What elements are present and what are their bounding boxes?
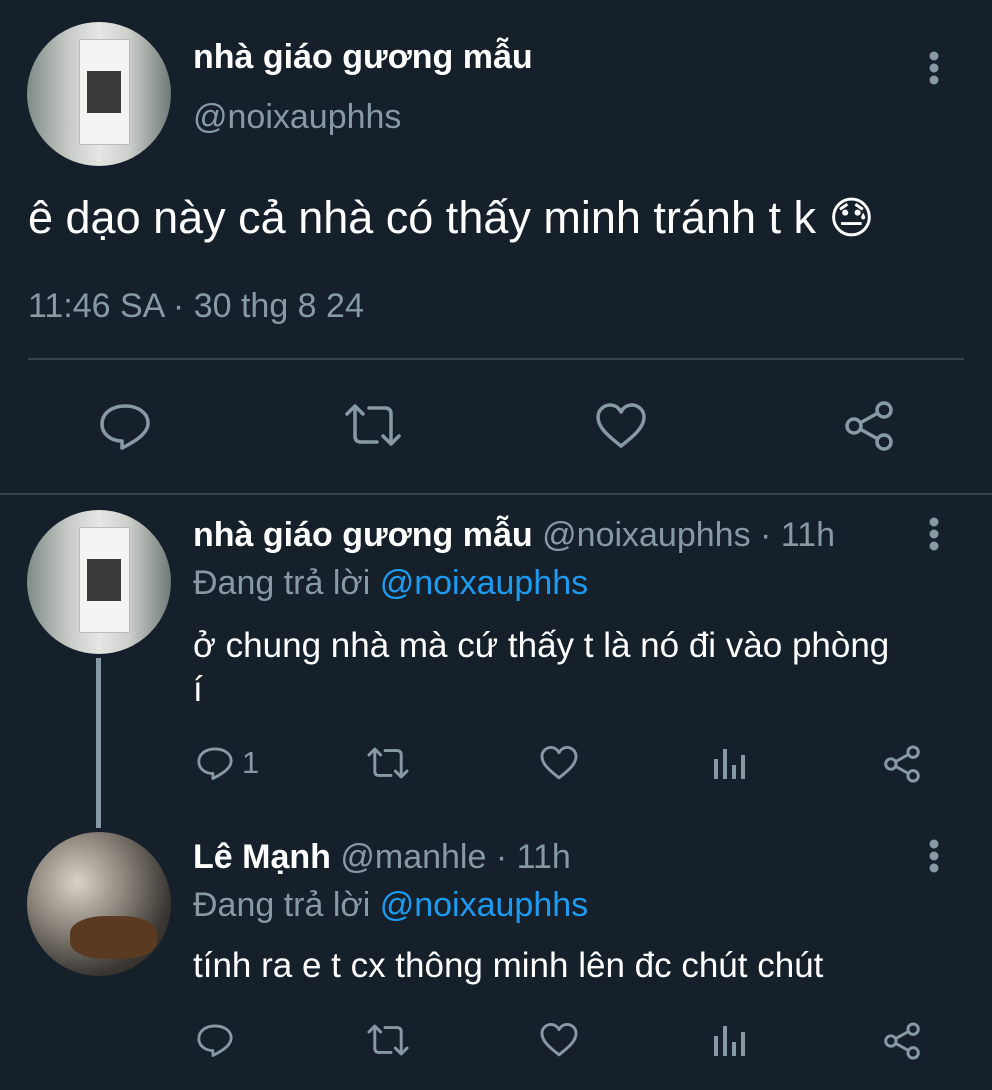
avatar-shape [70,915,157,959]
handle[interactable]: @noixauphhs [193,98,401,137]
analytics-icon[interactable] [713,1022,747,1058]
tweet-text-line: ở chung nhà mà cứ thấy t là nó đi vào ph… [193,626,890,665]
avatar[interactable] [27,832,171,976]
more-options-icon[interactable] [924,50,944,90]
avatar[interactable] [27,510,171,654]
divider [28,358,964,360]
tweet-time[interactable]: · 11h [760,516,835,554]
section-divider [0,493,992,495]
sweat-emoji: 😓 [828,193,875,244]
replying-prefix: Đang trả lời [193,886,371,924]
reply-icon[interactable] [98,402,152,450]
replying-to: Đang trả lời @noixauphhs [193,886,588,925]
handle[interactable]: @noixauphhs [542,516,750,554]
replying-to: Đang trả lời @noixauphhs [193,564,588,603]
tweet-header: Lê Mạnh @manhle · 11h [193,838,571,877]
like-icon[interactable] [539,745,579,781]
reply-action[interactable]: 1 [196,745,259,781]
display-name[interactable]: nhà giáo gương mẫu [193,516,533,554]
mention-link[interactable]: @noixauphhs [380,886,588,924]
mention-link[interactable]: @noixauphhs [380,564,588,602]
share-icon[interactable] [882,744,922,784]
tweet-timestamp[interactable]: 11:46 SA · 30 thg 8 24 [28,287,364,326]
retweet-icon[interactable] [366,1023,410,1057]
more-options-icon[interactable] [924,838,944,878]
tweet-text: tính ra e t cx thông minh lên đc chút ch… [193,946,824,985]
tweet-text-line: í [193,670,203,709]
replying-prefix: Đang trả lời [193,564,371,602]
avatar-poster [78,39,130,145]
tweet-header: nhà giáo gương mẫu @noixauphhs · 11h [193,516,835,555]
share-icon[interactable] [882,1021,922,1061]
reply-icon[interactable] [196,1022,234,1058]
display-name[interactable]: Lê Mạnh [193,838,331,876]
analytics-icon[interactable] [713,745,747,781]
reply-count: 1 [242,745,260,780]
thread-line [96,658,101,828]
display-name[interactable]: nhà giáo gương mẫu [193,38,533,77]
like-icon[interactable] [539,1022,579,1058]
tweet-time[interactable]: · 11h [496,838,571,876]
share-icon[interactable] [842,400,896,452]
tweet-text: ở chung nhà mà cứ thấy t là nó đi vào ph… [193,624,889,712]
tweet-text-content: ê dạo này cả nhà có thấy minh tránh t k [28,192,816,243]
retweet-icon[interactable] [366,746,410,780]
like-icon[interactable] [594,402,648,450]
handle[interactable]: @manhle [340,838,486,876]
reply-icon[interactable] [196,745,234,781]
more-options-icon[interactable] [924,516,944,556]
avatar[interactable] [27,22,171,166]
retweet-icon[interactable] [343,402,403,448]
tweet-text: ê dạo này cả nhà có thấy minh tránh t k … [28,192,874,244]
avatar-poster [78,527,130,633]
